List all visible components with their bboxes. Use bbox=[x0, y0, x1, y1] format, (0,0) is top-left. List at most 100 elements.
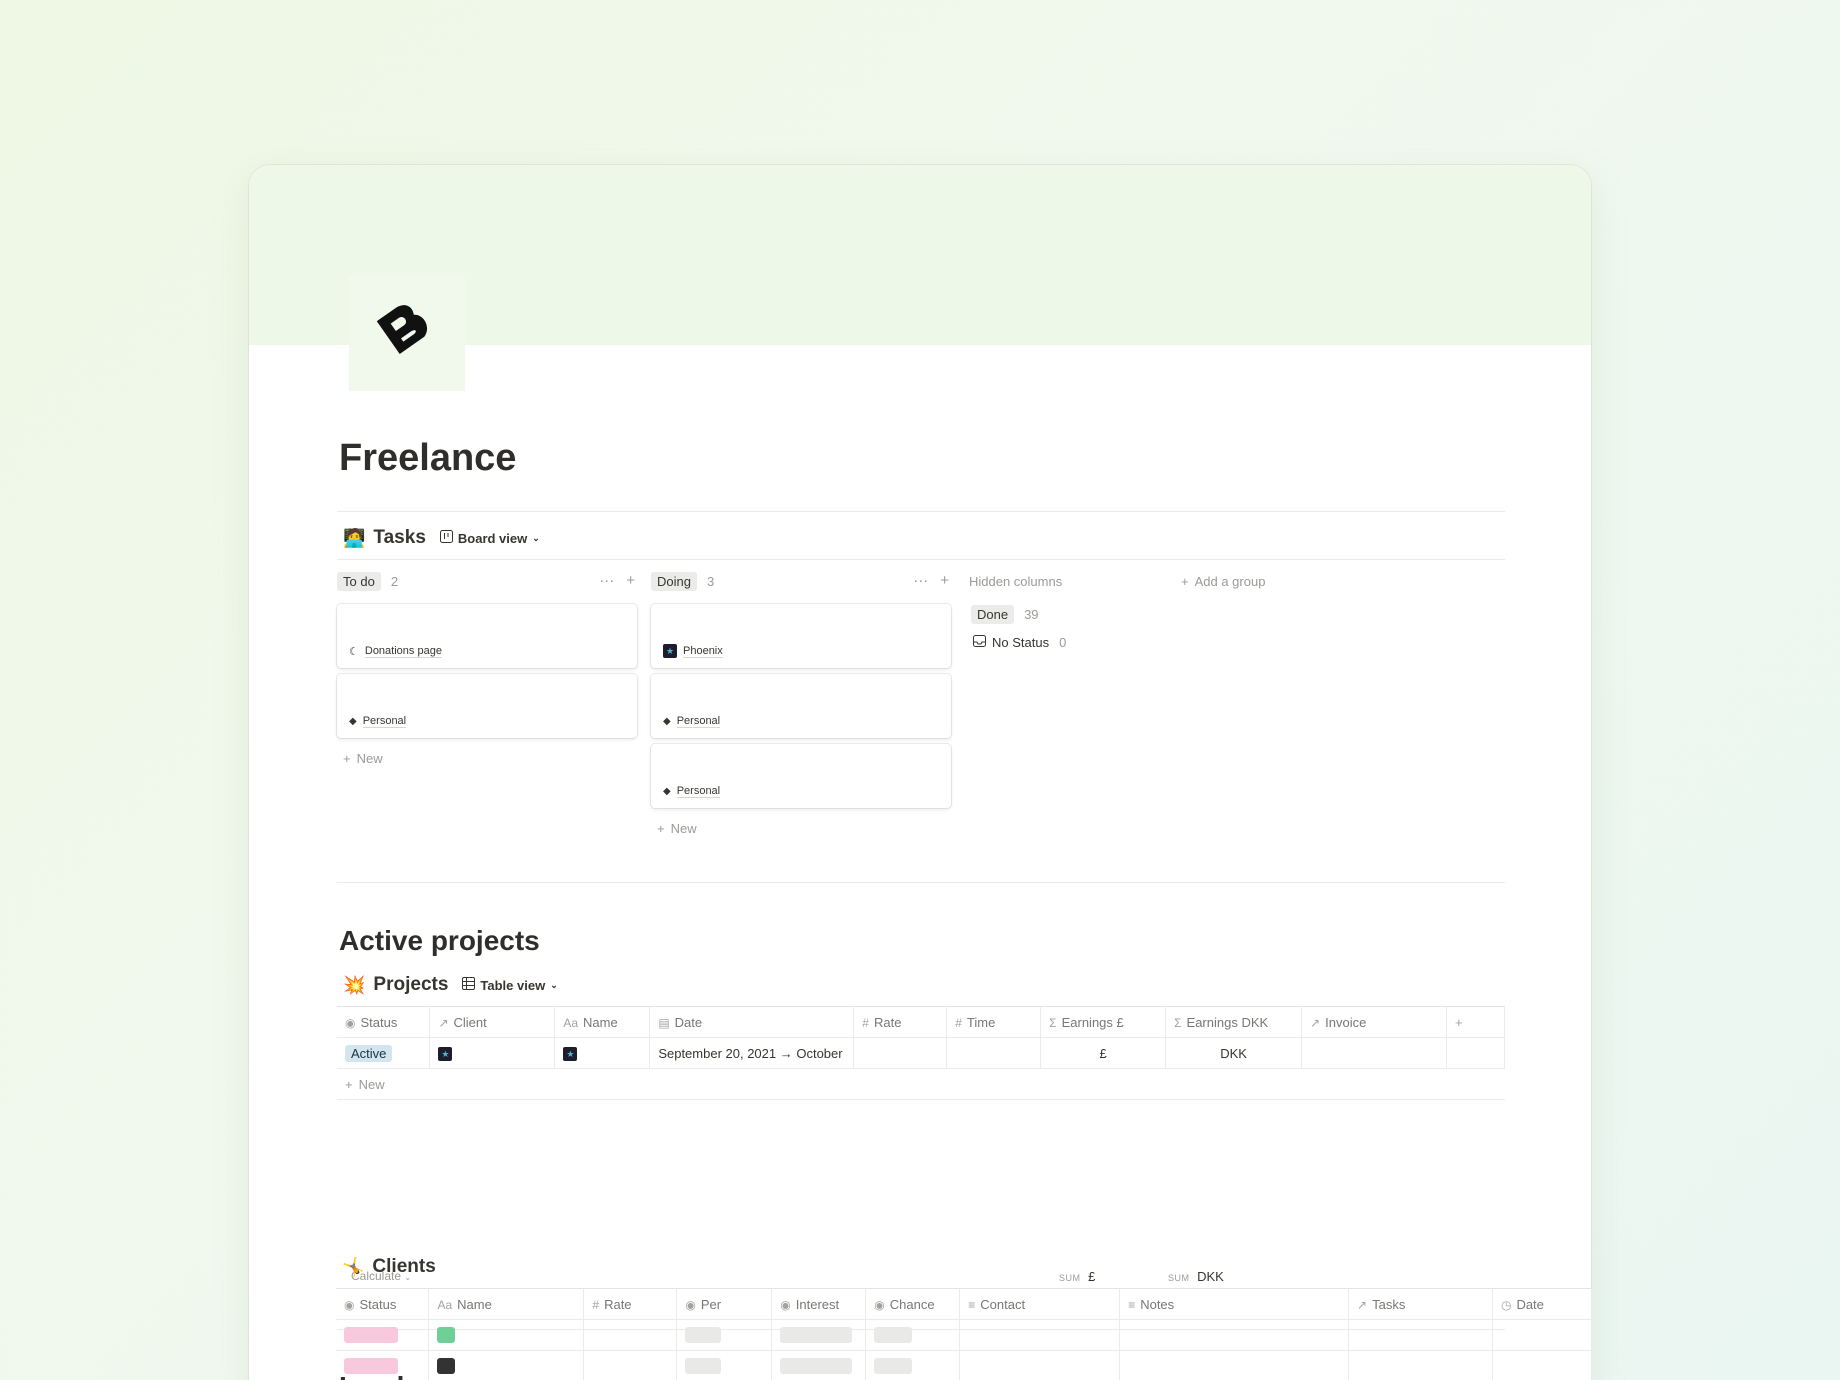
earnings-gbp-cell[interactable]: £ bbox=[1040, 1037, 1167, 1069]
table-row[interactable] bbox=[336, 1350, 1592, 1380]
contact-cell[interactable] bbox=[959, 1350, 1121, 1380]
rate-cell[interactable] bbox=[583, 1350, 678, 1380]
per-cell[interactable] bbox=[676, 1319, 773, 1351]
plus-icon[interactable]: + bbox=[626, 572, 635, 589]
column-header-rate[interactable]: # Rate bbox=[583, 1288, 678, 1320]
tasks-db-header: 🧑‍💻 Tasks Board view ⌄ bbox=[343, 527, 540, 549]
add-column-button[interactable]: + bbox=[1445, 1006, 1506, 1038]
sigma-icon: Σ bbox=[1174, 1015, 1182, 1030]
date-cell[interactable] bbox=[1491, 1350, 1592, 1380]
projects-db-title[interactable]: Projects bbox=[373, 974, 448, 996]
table-header-row: ◉ Status ↗ Client Aa Name ▤ Date # Rate # Time… bbox=[337, 1006, 1506, 1038]
chance-cell[interactable] bbox=[865, 1319, 961, 1351]
date-cell[interactable]: September 20, 2021 → October bbox=[649, 1037, 855, 1069]
column-header-date[interactable]: ◷ Date bbox=[1491, 1288, 1592, 1320]
column-header-status[interactable]: ◉ Status bbox=[337, 1006, 431, 1038]
column-header-name[interactable]: Aa Name bbox=[428, 1288, 585, 1320]
table-row[interactable]: Active ★ ★ September 20, 2021 → October … bbox=[337, 1037, 1506, 1069]
notes-cell[interactable] bbox=[1119, 1350, 1350, 1380]
clients-db-title[interactable]: Clients bbox=[372, 1256, 435, 1278]
rate-cell[interactable] bbox=[853, 1037, 948, 1069]
column-header-earnings-gbp[interactable]: Σ Earnings £ bbox=[1040, 1006, 1167, 1038]
diamond-icon: ◆ bbox=[663, 716, 671, 727]
date-cell[interactable] bbox=[1491, 1319, 1592, 1351]
column-header-rate[interactable]: # Rate bbox=[853, 1006, 948, 1038]
board-card[interactable]: ☾ Donations page bbox=[337, 604, 637, 668]
board-view-label: Board view bbox=[457, 530, 528, 546]
invoice-cell[interactable] bbox=[1301, 1037, 1447, 1069]
interest-cell[interactable] bbox=[771, 1350, 867, 1380]
tasks-cell[interactable] bbox=[1348, 1319, 1493, 1351]
board-card[interactable]: ★ Phoenix bbox=[651, 604, 951, 668]
placeholder-tag bbox=[780, 1327, 853, 1344]
earnings-dkk-cell[interactable]: DKK bbox=[1165, 1037, 1303, 1069]
new-card-button[interactable]: + New bbox=[657, 821, 697, 836]
client-cell[interactable]: ★ bbox=[429, 1037, 556, 1069]
board-icon bbox=[439, 530, 453, 546]
column-header-status[interactable]: ◉ Status bbox=[336, 1288, 430, 1320]
tasks-cell[interactable] bbox=[1348, 1350, 1493, 1380]
plus-icon[interactable]: + bbox=[940, 572, 949, 589]
placeholder-tag bbox=[780, 1358, 853, 1375]
new-card-button[interactable]: + New bbox=[343, 751, 383, 766]
name-cell[interactable]: ★ bbox=[554, 1037, 651, 1069]
new-row-button[interactable]: + New bbox=[345, 1077, 385, 1092]
board-card[interactable]: ◆ Personal bbox=[651, 674, 951, 738]
hidden-group-no-status[interactable]: No Status 0 bbox=[973, 635, 1066, 650]
board-card[interactable]: ◆ Personal bbox=[337, 674, 637, 738]
column-header-time[interactable]: # Time bbox=[946, 1006, 1042, 1038]
status-cell[interactable] bbox=[336, 1350, 430, 1380]
calendar-icon: ▤ bbox=[658, 1015, 670, 1030]
column-header-contact[interactable]: ≡ Contact bbox=[959, 1288, 1121, 1320]
column-count: 3 bbox=[706, 574, 715, 589]
column-header-invoice[interactable]: ↗ Invoice bbox=[1301, 1006, 1447, 1038]
name-cell[interactable] bbox=[428, 1319, 585, 1351]
column-pill-todo[interactable]: To do bbox=[337, 572, 381, 591]
notes-cell[interactable] bbox=[1119, 1319, 1350, 1351]
interest-cell[interactable] bbox=[771, 1319, 867, 1351]
table-row[interactable] bbox=[336, 1319, 1592, 1351]
status-cell[interactable]: Active bbox=[337, 1037, 431, 1069]
column-header-interest[interactable]: ◉ Interest bbox=[771, 1288, 867, 1320]
tasks-db-title[interactable]: Tasks bbox=[373, 527, 425, 549]
new-row[interactable]: + New bbox=[337, 1068, 1505, 1100]
more-icon[interactable]: ··· bbox=[913, 572, 928, 589]
name-cell[interactable] bbox=[428, 1350, 585, 1380]
board-card[interactable]: ◆ Personal bbox=[651, 744, 951, 808]
chance-cell[interactable] bbox=[865, 1350, 961, 1380]
column-header-earnings-dkk[interactable]: Σ Earnings DKK bbox=[1165, 1006, 1303, 1038]
per-cell[interactable] bbox=[676, 1350, 773, 1380]
rate-cell[interactable] bbox=[583, 1319, 678, 1351]
column-header-chance[interactable]: ◉ Chance bbox=[865, 1288, 961, 1320]
plus-icon: + bbox=[345, 1076, 353, 1092]
column-header-name[interactable]: Aa Name bbox=[554, 1006, 651, 1038]
hash-icon: # bbox=[955, 1015, 962, 1030]
relation-arrow-icon: ↗ bbox=[438, 1015, 449, 1030]
table-view-label: Table view bbox=[480, 977, 546, 993]
text-aa-icon: Aa bbox=[563, 1015, 579, 1030]
more-icon[interactable]: ··· bbox=[599, 572, 614, 589]
hidden-group-done[interactable]: Done 39 bbox=[971, 605, 1039, 624]
column-pill-doing[interactable]: Doing bbox=[651, 572, 697, 591]
diamond-icon: ◆ bbox=[349, 716, 357, 727]
status-cell[interactable] bbox=[336, 1319, 430, 1351]
column-header-per[interactable]: ◉ Per bbox=[676, 1288, 773, 1320]
contact-cell[interactable] bbox=[959, 1319, 1121, 1351]
column-header-notes[interactable]: ≡ Notes bbox=[1119, 1288, 1350, 1320]
status-badge bbox=[344, 1327, 398, 1344]
card-label: Personal bbox=[362, 715, 407, 728]
text-lines-icon: ≡ bbox=[968, 1297, 976, 1312]
add-group-button[interactable]: + Add a group bbox=[1181, 574, 1265, 589]
column-header-client[interactable]: ↗ Client bbox=[429, 1006, 556, 1038]
b-logo-icon[interactable] bbox=[349, 275, 465, 391]
hidden-group-count: 0 bbox=[1059, 635, 1067, 650]
column-header-tasks[interactable]: ↗ Tasks bbox=[1348, 1288, 1493, 1320]
board-view-button[interactable]: Board view ⌄ bbox=[439, 530, 540, 546]
table-view-button[interactable]: Table view ⌄ bbox=[462, 977, 558, 993]
clients-db-header: 🤸 Clients bbox=[342, 1256, 436, 1278]
crescent-icon: ☾ bbox=[349, 646, 359, 658]
time-cell[interactable] bbox=[946, 1037, 1042, 1069]
projects-db-header: 💥 Projects Table view ⌄ bbox=[343, 974, 558, 996]
new-row-cell[interactable]: + New bbox=[337, 1068, 1505, 1100]
column-header-date[interactable]: ▤ Date bbox=[649, 1006, 855, 1038]
